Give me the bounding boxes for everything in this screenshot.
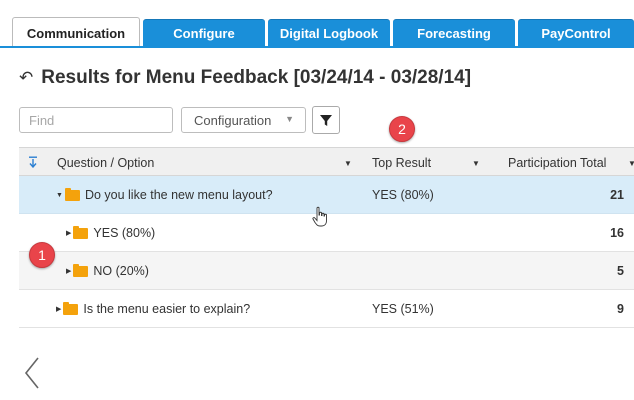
filter-button[interactable] [312, 106, 340, 134]
tab-bar: Communication Configure Digital Logbook … [0, 0, 634, 48]
results-grid: Question / Option ▼ Top Result ▼ Partici… [19, 147, 634, 328]
expand-icon[interactable]: ▶ [56, 305, 61, 313]
collapse-icon[interactable]: ▼ [56, 192, 63, 199]
chevron-left-icon[interactable] [24, 356, 40, 390]
expand-icon[interactable]: ▶ [66, 267, 71, 275]
filter-icon [320, 115, 332, 126]
tab-configure[interactable]: Configure [143, 19, 265, 46]
table-row[interactable]: ▶ NO (20%) 5 [19, 252, 634, 290]
participation-total: 16 [610, 226, 624, 240]
column-header-question[interactable]: Question / Option [57, 148, 154, 177]
column-header-top-result[interactable]: Top Result [372, 148, 431, 177]
column-menu-icon[interactable]: ▼ [344, 159, 352, 168]
tab-communication[interactable]: Communication [12, 17, 140, 48]
participation-total: 5 [617, 264, 624, 278]
top-result-value: YES (51%) [372, 302, 434, 316]
back-arrow-icon[interactable]: ↶ [19, 68, 33, 88]
folder-icon [64, 187, 80, 201]
folder-icon [73, 263, 89, 277]
tab-underline [0, 46, 634, 48]
configuration-label: Configuration [194, 112, 272, 128]
top-result-value: YES (80%) [372, 188, 434, 202]
find-input[interactable] [19, 107, 173, 133]
column-menu-icon[interactable]: ▼ [628, 159, 634, 168]
participation-total: 21 [610, 188, 624, 202]
tab-forecasting[interactable]: Forecasting [393, 19, 515, 46]
grid-header: Question / Option ▼ Top Result ▼ Partici… [19, 147, 634, 176]
expand-icon[interactable]: ▶ [66, 229, 71, 237]
page-title-text: Results for Menu Feedback [03/24/14 - 03… [41, 67, 472, 88]
chevron-down-icon: ▼ [285, 114, 294, 124]
tab-digital-logbook[interactable]: Digital Logbook [268, 19, 390, 46]
question-label: Is the menu easier to explain? [83, 302, 251, 316]
option-label: NO (20%) [93, 264, 149, 278]
participation-total: 9 [617, 302, 624, 316]
configuration-dropdown[interactable]: Configuration ▼ [181, 107, 306, 133]
folder-icon [63, 301, 79, 315]
column-menu-icon[interactable]: ▼ [472, 159, 480, 168]
page-title: ↶ Results for Menu Feedback [03/24/14 - … [19, 67, 471, 89]
question-label: Do you like the new menu layout? [84, 188, 273, 202]
tab-paycontrol[interactable]: PayControl [518, 19, 634, 46]
table-row[interactable]: ▶ Is the menu easier to explain? YES (51… [19, 290, 634, 328]
folder-icon [73, 225, 89, 239]
sort-icon[interactable] [28, 156, 38, 168]
hand-cursor-icon [312, 206, 327, 227]
column-header-participation-total[interactable]: Participation Total [508, 148, 606, 177]
callout-badge-2: 2 [389, 116, 415, 142]
callout-badge-1: 1 [29, 242, 55, 268]
option-label: YES (80%) [93, 226, 156, 240]
